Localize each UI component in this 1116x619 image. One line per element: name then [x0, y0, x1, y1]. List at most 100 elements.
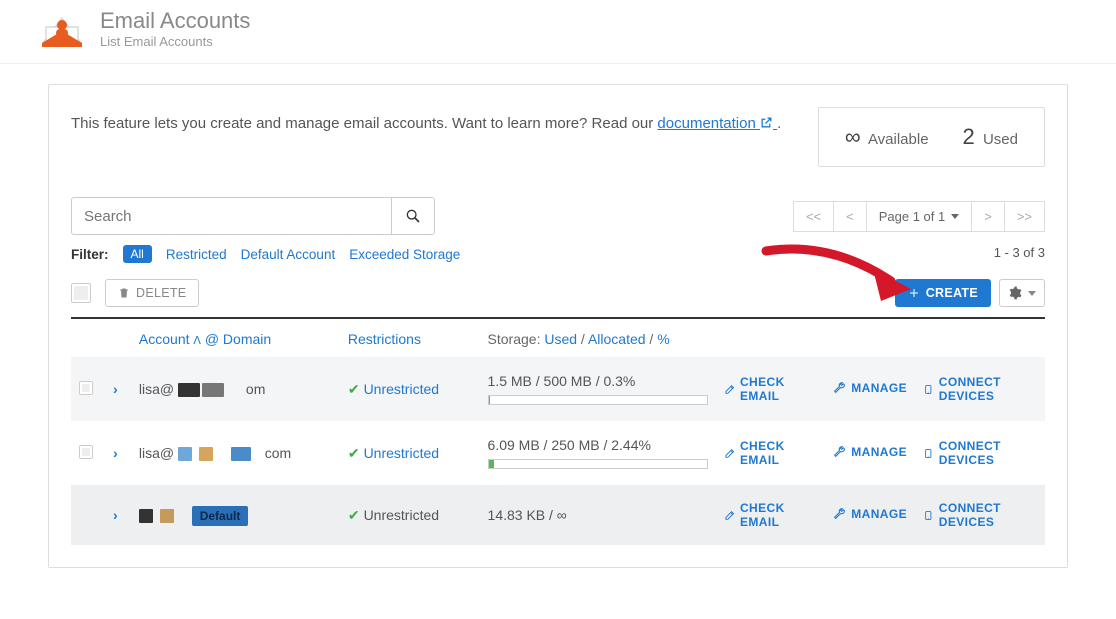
check-icon: ✔: [348, 507, 360, 523]
connect-devices-link[interactable]: CONNECT DEVICES: [923, 439, 1037, 467]
documentation-link[interactable]: documentation: [657, 115, 777, 132]
table-row: › lisa@ com ✔Unrestricted 6.09 MB / 250 …: [71, 421, 1045, 485]
manage-link[interactable]: MANAGE: [833, 381, 907, 395]
search-group: [71, 197, 435, 235]
col-percent[interactable]: %: [657, 331, 669, 347]
account-cell: lisa@ om: [131, 357, 340, 421]
check-email-link[interactable]: CHECK EMAIL: [724, 375, 818, 403]
pager-page-label: Page 1 of 1: [879, 209, 946, 224]
storage-cell: 1.5 MB / 500 MB / 0.3%: [480, 357, 716, 421]
storage-cell: 6.09 MB / 250 MB / 2.44%: [480, 421, 716, 485]
delete-button-label: DELETE: [136, 286, 186, 300]
table-row: › Default ✔Unrestricted 14.83 KB / ∞ CHE…: [71, 485, 1045, 545]
storage-cell: 14.83 KB / ∞: [480, 485, 716, 545]
settings-button[interactable]: [999, 279, 1045, 307]
stat-available: ∞ Available: [845, 124, 929, 150]
expand-toggle[interactable]: ›: [113, 507, 118, 523]
storage-text: 1.5 MB / 500 MB / 0.3%: [488, 373, 636, 389]
check-email-link[interactable]: CHECK EMAIL: [724, 439, 818, 467]
filter-label: Filter:: [71, 247, 109, 262]
filter-exceeded[interactable]: Exceeded Storage: [349, 247, 460, 262]
restriction-cell[interactable]: ✔Unrestricted: [348, 381, 439, 397]
intro-after: .: [777, 115, 781, 132]
col-storage-prefix: Storage:: [488, 331, 545, 347]
storage-text: 14.83 KB / ∞: [488, 507, 567, 523]
stat-used: 2 Used: [963, 124, 1018, 150]
delete-button[interactable]: DELETE: [105, 279, 199, 307]
account-user: lisa@: [139, 445, 174, 461]
available-label: Available: [868, 131, 929, 148]
row-checkbox[interactable]: [79, 381, 93, 395]
pager-page[interactable]: Page 1 of 1: [866, 201, 973, 232]
restriction-label: Unrestricted: [364, 507, 439, 523]
account-cell: Default: [131, 485, 340, 545]
create-button-label: CREATE: [926, 286, 978, 300]
restriction-cell: ✔Unrestricted: [348, 507, 439, 523]
edit-icon: [724, 509, 735, 522]
manage-link[interactable]: MANAGE: [833, 445, 907, 459]
restriction-cell[interactable]: ✔Unrestricted: [348, 445, 439, 461]
search-button[interactable]: [391, 197, 435, 235]
col-allocated[interactable]: Allocated: [588, 331, 646, 347]
filter-all[interactable]: All: [123, 245, 152, 263]
create-button[interactable]: CREATE: [895, 279, 991, 307]
search-icon: [405, 208, 421, 224]
pager-first[interactable]: <<: [793, 201, 834, 232]
used-label: Used: [983, 131, 1018, 148]
col-used[interactable]: Used: [544, 331, 577, 347]
pager: << < Page 1 of 1 > >>: [794, 201, 1045, 232]
check-icon: ✔: [348, 381, 360, 397]
available-value: ∞: [845, 124, 861, 149]
col-account[interactable]: Account: [139, 331, 190, 347]
wrench-icon: [833, 381, 846, 394]
storage-bar: [488, 395, 708, 405]
intro-before: This feature lets you create and manage …: [71, 115, 657, 132]
manage-link[interactable]: MANAGE: [833, 507, 907, 521]
default-badge: Default: [192, 506, 249, 526]
pager-last[interactable]: >>: [1004, 201, 1045, 232]
check-email-link[interactable]: CHECK EMAIL: [724, 501, 818, 529]
table-row: › lisa@ om ✔Unrestricted 1.5 MB / 500 MB…: [71, 357, 1045, 421]
trash-icon: [118, 287, 130, 299]
check-icon: ✔: [348, 445, 360, 461]
account-domain-suffix: om: [246, 381, 265, 397]
stats-box: ∞ Available 2 Used: [818, 107, 1045, 167]
plus-icon: [908, 287, 920, 299]
page-title: Email Accounts: [100, 8, 250, 34]
accounts-table: Account ᐱ @ Domain Restrictions Storage:…: [71, 319, 1045, 545]
select-all-checkbox[interactable]: [71, 283, 91, 303]
connect-devices-link[interactable]: CONNECT DEVICES: [923, 375, 1037, 403]
page-header: Email Accounts List Email Accounts: [0, 0, 1116, 64]
pager-prev[interactable]: <: [833, 201, 867, 232]
filter-default-account[interactable]: Default Account: [241, 247, 336, 262]
row-checkbox[interactable]: [79, 445, 93, 459]
chevron-down-icon: [1028, 291, 1036, 296]
device-icon: [923, 383, 934, 396]
restriction-label: Unrestricted: [364, 381, 439, 397]
storage-text: 6.09 MB / 250 MB / 2.44%: [488, 437, 651, 453]
result-range: 1 - 3 of 3: [994, 245, 1045, 263]
expand-toggle[interactable]: ›: [113, 381, 118, 397]
col-at: @: [205, 331, 219, 347]
documentation-link-label: documentation: [657, 115, 755, 132]
search-input[interactable]: [71, 197, 391, 235]
col-restrictions[interactable]: Restrictions: [348, 331, 421, 347]
edit-icon: [724, 447, 735, 460]
device-icon: [923, 509, 934, 522]
connect-devices-link[interactable]: CONNECT DEVICES: [923, 501, 1037, 529]
pager-next[interactable]: >: [971, 201, 1005, 232]
account-user: lisa@: [139, 381, 174, 397]
used-value: 2: [963, 124, 975, 149]
edit-icon: [724, 383, 735, 396]
wrench-icon: [833, 445, 846, 458]
mail-account-icon: [38, 9, 86, 49]
account-domain-suffix: com: [265, 445, 291, 461]
storage-bar: [488, 459, 708, 469]
expand-toggle[interactable]: ›: [113, 445, 118, 461]
col-domain[interactable]: Domain: [223, 331, 271, 347]
filter-restricted[interactable]: Restricted: [166, 247, 227, 262]
device-icon: [923, 447, 934, 460]
gear-icon: [1008, 286, 1022, 300]
sort-asc-icon: ᐱ: [193, 335, 201, 347]
intro-text: This feature lets you create and manage …: [71, 107, 818, 132]
